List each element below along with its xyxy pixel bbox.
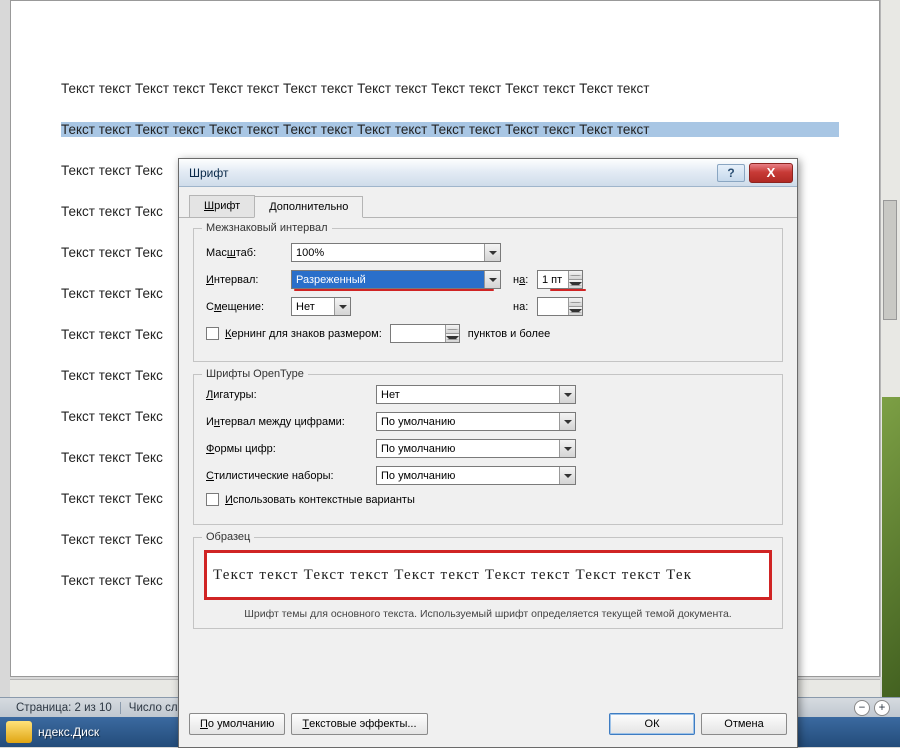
dropdown-button-icon[interactable] <box>559 440 575 457</box>
status-word-count[interactable]: Число сл <box>121 702 187 714</box>
tab-font[interactable]: Шрифт <box>189 195 255 217</box>
kerning-size-input[interactable] <box>390 324 460 343</box>
number-forms-label: Формы цифр: <box>206 443 376 455</box>
fieldset-preview: Образец <box>202 531 254 543</box>
scale-label: Масштаб: <box>206 247 291 259</box>
spacing-by-input[interactable]: 1 пт <box>537 270 583 289</box>
position-by-input[interactable] <box>537 297 583 316</box>
dialog-button-row: По умолчанию Текстовые эффекты... ОК Отм… <box>179 705 797 747</box>
text-effects-button[interactable]: Текстовые эффекты... <box>291 713 427 735</box>
scrollbar-thumb[interactable] <box>883 200 897 320</box>
number-forms-combo[interactable]: По умолчанию <box>376 439 576 458</box>
dropdown-button-icon[interactable] <box>334 298 350 315</box>
spinner-buttons-icon[interactable] <box>568 298 582 315</box>
stylistic-sets-combo[interactable]: По умолчанию <box>376 466 576 485</box>
position-label: Смещение: <box>206 301 291 313</box>
scale-combo[interactable]: 100% <box>291 243 501 262</box>
desktop-background-sliver <box>882 397 900 717</box>
kerning-units-label: пунктов и более <box>468 328 550 340</box>
cancel-button[interactable]: Отмена <box>701 713 787 735</box>
dropdown-button-icon[interactable] <box>484 271 500 288</box>
tab-advanced[interactable]: Дополнительно <box>254 196 363 218</box>
stylistic-sets-label: Стилистические наборы: <box>206 470 376 482</box>
ligatures-combo[interactable]: Нет <box>376 385 576 404</box>
kerning-label: Кернинг для знаков размером: <box>225 328 382 340</box>
doc-line-selected[interactable]: Текст текст Текст текст Текст текст Текс… <box>61 122 839 137</box>
position-by-label: на: <box>513 301 537 313</box>
number-spacing-label: Интервал между цифрами: <box>206 416 376 428</box>
number-spacing-combo[interactable]: По умолчанию <box>376 412 576 431</box>
kerning-checkbox[interactable] <box>206 327 219 340</box>
dialog-tabs: Шрифт Дополнительно <box>179 187 797 218</box>
status-page[interactable]: Страница: 2 из 10 <box>8 702 121 714</box>
contextual-alternates-label: Использовать контекстные варианты <box>225 494 415 506</box>
dialog-title: Шрифт <box>189 166 228 180</box>
dialog-titlebar[interactable]: Шрифт ? X <box>179 159 797 187</box>
yandex-disk-icon[interactable] <box>6 721 32 743</box>
by-label: на: <box>513 274 537 286</box>
zoom-in-button[interactable]: + <box>874 700 890 716</box>
doc-line[interactable]: Текст текст Текст текст Текст текст Текс… <box>61 81 839 96</box>
help-button[interactable]: ? <box>717 164 745 182</box>
preview-note: Шрифт темы для основного текста. Использ… <box>204 608 772 620</box>
fieldset-opentype: Шрифты OpenType <box>202 368 308 380</box>
spinner-buttons-icon[interactable] <box>568 271 582 288</box>
annotation-underline <box>550 289 586 291</box>
spacing-combo[interactable]: Разреженный <box>291 270 501 289</box>
close-button[interactable]: X <box>749 163 793 183</box>
dropdown-button-icon[interactable] <box>484 244 500 261</box>
contextual-alternates-checkbox[interactable] <box>206 493 219 506</box>
preview-area: Текст текст Текст текст Текст текст Текс… <box>204 550 772 600</box>
dropdown-button-icon[interactable] <box>559 413 575 430</box>
spinner-buttons-icon[interactable] <box>445 325 459 342</box>
ligatures-label: Лигатуры: <box>206 389 376 401</box>
dialog-body: Межзнаковый интервал Масштаб: 100% Интер… <box>179 218 797 705</box>
set-as-default-button[interactable]: По умолчанию <box>189 713 285 735</box>
ok-button[interactable]: ОК <box>609 713 695 735</box>
zoom-out-button[interactable]: − <box>854 700 870 716</box>
position-combo[interactable]: Нет <box>291 297 351 316</box>
dropdown-button-icon[interactable] <box>559 467 575 484</box>
spacing-label: Интервал: <box>206 274 291 286</box>
taskbar-item-label[interactable]: ндекс.Диск <box>38 725 99 739</box>
dropdown-button-icon[interactable] <box>559 386 575 403</box>
fieldset-character-spacing: Межзнаковый интервал <box>202 222 332 234</box>
annotation-underline <box>294 289 494 291</box>
font-dialog: Шрифт ? X Шрифт Дополнительно Межзнаковы… <box>178 158 798 748</box>
